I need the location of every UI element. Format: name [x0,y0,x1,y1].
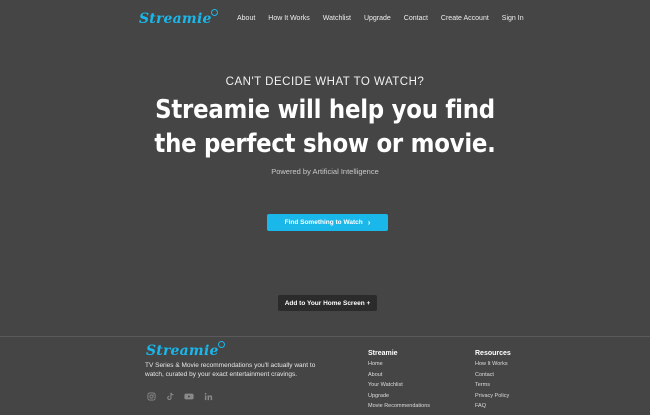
nav-contact[interactable]: Contact [404,15,428,22]
tiktok-icon[interactable] [165,391,175,401]
add-to-home-label: Add to Your Home Screen + [284,299,371,307]
footer-link-movie-recommendations[interactable]: Movie Recommendations [368,403,430,409]
social-links [146,391,222,401]
brand-name: Streamie [139,11,212,27]
nav-watchlist[interactable]: Watchlist [323,15,351,22]
hero-title-line-1: Streamie will help you find [155,95,495,125]
footer-col-streamie: Streamie Home About Your Watchlist Upgra… [368,350,430,414]
footer-link-contact[interactable]: Contact [475,372,511,378]
footer-link-about[interactable]: About [368,372,430,378]
footer-link-faq[interactable]: FAQ [475,403,511,409]
nav-how-it-works[interactable]: How It Works [268,15,310,22]
footer-col-title: Resources [475,350,511,357]
logo-ring-icon [217,341,225,348]
footer-col-title: Streamie [368,350,398,357]
footer-link-home[interactable]: Home [368,361,430,367]
linkedin-icon[interactable] [203,391,213,401]
footer-logo[interactable]: Streamie [146,341,226,359]
chevron-right-icon: › [367,218,371,227]
logo-ring-icon [210,9,218,16]
hero-title-line-2: the perfect show or movie. [154,129,496,159]
hero-kicker: CAN'T DECIDE WHAT TO WATCH? [225,76,425,88]
footer-link-upgrade[interactable]: Upgrade [368,393,430,399]
nav-create-account[interactable]: Create Account [441,15,489,22]
footer-link-how-it-works[interactable]: How It Works [475,361,511,367]
top-nav: Streamie About How It Works Watchlist Up… [0,0,650,40]
brand-logo[interactable]: Streamie [139,9,219,27]
footer: Streamie TV Series & Movie recommendatio… [0,336,650,415]
cta-label: Find Something to Watch [284,219,363,226]
hero-subtitle: Powered by Artificial Intelligence [271,167,379,176]
footer-brand-name: Streamie [146,343,219,359]
footer-col-resources: Resources How It Works Contact Terms Pri… [475,350,511,414]
footer-link-privacy-policy[interactable]: Privacy Policy [475,393,511,399]
footer-link-watchlist[interactable]: Your Watchlist [368,382,430,388]
nav-about[interactable]: About [237,15,255,22]
find-something-button[interactable]: Find Something to Watch › [267,214,388,231]
footer-description: TV Series & Movie recommendations you'll… [145,362,316,378]
add-to-home-screen-button[interactable]: Add to Your Home Screen + [278,295,377,311]
nav-upgrade[interactable]: Upgrade [364,15,391,22]
youtube-icon[interactable] [184,391,194,401]
nav-sign-in[interactable]: Sign In [502,15,524,22]
instagram-icon[interactable] [146,391,156,401]
footer-link-terms[interactable]: Terms [475,382,511,388]
hero-title: Streamie will help you find the perfect … [39,93,611,161]
nav-links: About How It Works Watchlist Upgrade Con… [237,15,537,22]
